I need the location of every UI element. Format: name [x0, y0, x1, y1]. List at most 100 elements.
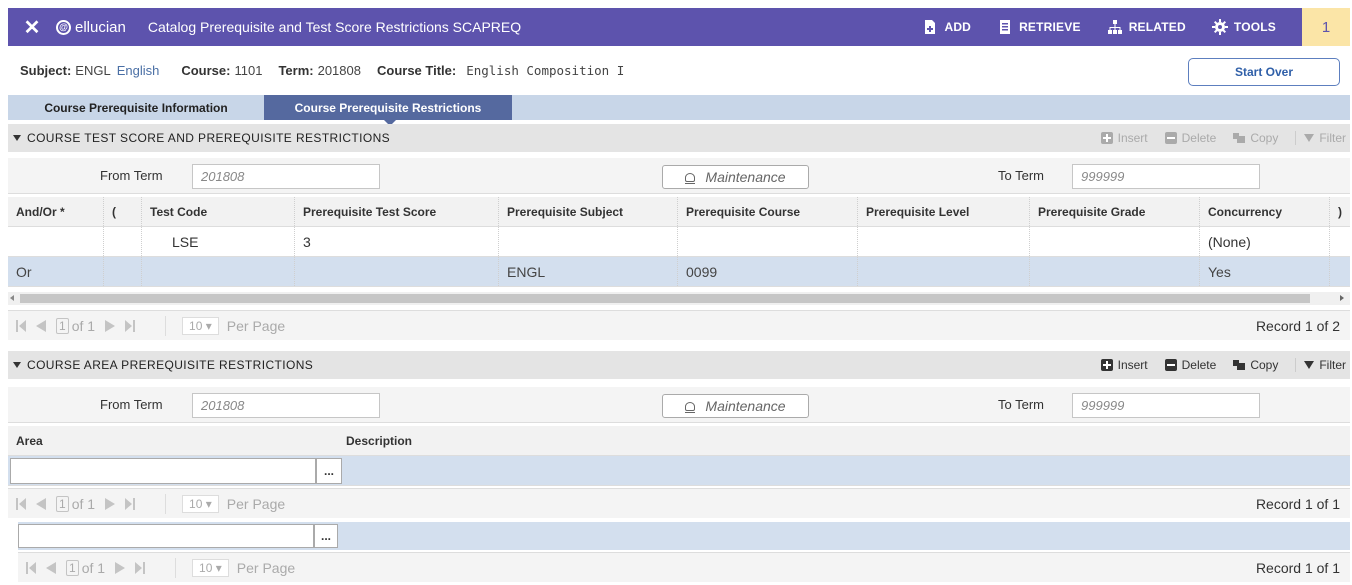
section-title: COURSE TEST SCORE AND PREREQUISITE RESTR… — [27, 131, 391, 145]
col-description[interactable]: Description — [338, 426, 1350, 455]
cell-concurrency[interactable]: (None) — [1200, 227, 1330, 256]
delete-label: Delete — [1181, 131, 1217, 145]
tab-course-prerequisite-restrictions[interactable]: Course Prerequisite Restrictions — [264, 95, 512, 126]
collapse-icon[interactable] — [13, 362, 21, 368]
cell-open-paren[interactable] — [104, 227, 142, 256]
table-row[interactable]: LSE 3 (None) — [8, 227, 1350, 257]
scroll-left-icon[interactable] — [10, 295, 14, 301]
cell-open-paren[interactable] — [104, 257, 142, 286]
next-page-icon[interactable] — [105, 319, 116, 332]
to-term-label: To Term — [998, 168, 1044, 183]
cell-and-or[interactable]: Or — [8, 257, 104, 286]
copy-button[interactable]: Copy — [1233, 131, 1278, 145]
cell-prereq-grade[interactable] — [1030, 257, 1200, 286]
area-input[interactable] — [10, 458, 316, 484]
first-page-icon[interactable] — [26, 561, 36, 574]
collapse-icon[interactable] — [13, 135, 21, 141]
last-page-icon[interactable] — [125, 319, 136, 332]
copy-button[interactable]: Copy — [1233, 358, 1278, 372]
delete-button[interactable]: Delete — [1164, 131, 1217, 145]
area-input[interactable] — [18, 524, 314, 548]
table-row[interactable]: ... — [8, 456, 1350, 486]
to-term-field[interactable]: 999999 — [1072, 393, 1260, 418]
col-concurrency[interactable]: Concurrency — [1200, 197, 1330, 226]
retrieve-icon — [1000, 20, 1011, 34]
last-page-icon[interactable] — [125, 497, 136, 510]
to-term-field[interactable]: 999999 — [1072, 164, 1260, 189]
maintenance-label: Maintenance — [705, 398, 786, 414]
subject-description: English — [116, 62, 160, 78]
filter-button[interactable]: Filter — [1295, 131, 1346, 145]
notification-badge[interactable]: 1 — [1302, 8, 1350, 46]
cell-prereq-grade[interactable] — [1030, 227, 1200, 256]
maintenance-button[interactable]: Maintenance — [662, 165, 809, 189]
next-page-icon[interactable] — [105, 497, 116, 510]
prev-page-icon[interactable] — [46, 561, 56, 574]
tab-course-prerequisite-information[interactable]: Course Prerequisite Information — [8, 95, 264, 120]
retrieve-button[interactable]: RETRIEVE — [997, 19, 1081, 35]
col-prereq-level[interactable]: Prerequisite Level — [858, 197, 1030, 226]
col-prereq-grade[interactable]: Prerequisite Grade — [1030, 197, 1200, 226]
cell-test-code[interactable] — [142, 257, 295, 286]
cell-prereq-subject[interactable] — [499, 227, 678, 256]
area-lookup-button[interactable]: ... — [314, 524, 338, 548]
cell-and-or[interactable] — [8, 227, 104, 256]
col-test-code[interactable]: Test Code — [142, 197, 295, 226]
prev-page-icon[interactable] — [36, 497, 46, 510]
page-number-input[interactable]: 1 — [56, 495, 69, 512]
cell-prereq-level[interactable] — [858, 227, 1030, 256]
start-over-button[interactable]: Start Over — [1188, 58, 1340, 86]
delete-button[interactable]: Delete — [1164, 358, 1216, 372]
scroll-thumb[interactable] — [20, 294, 1310, 303]
gear-icon — [1211, 19, 1228, 35]
first-page-icon[interactable] — [16, 319, 26, 332]
copy-label: Copy — [1250, 358, 1279, 372]
cell-close-paren[interactable] — [1330, 227, 1350, 256]
cell-test-score[interactable]: 3 — [295, 227, 499, 256]
cell-close-paren[interactable] — [1330, 257, 1350, 286]
cell-prereq-course[interactable] — [678, 227, 858, 256]
record-count: Record 1 of 1 — [1255, 495, 1340, 512]
cell-prereq-course[interactable]: 0099 — [678, 257, 858, 286]
area-lookup-button[interactable]: ... — [316, 458, 342, 484]
grid-header-row: And/Or * ( Test Code Prerequisite Test S… — [8, 197, 1350, 227]
page-number-input[interactable]: 1 — [66, 559, 79, 576]
tools-button[interactable]: TOOLS — [1211, 19, 1276, 35]
related-button[interactable]: RELATED — [1107, 19, 1186, 35]
maintenance-button[interactable]: Maintenance — [662, 394, 809, 418]
cell-prereq-level[interactable] — [858, 257, 1030, 286]
col-open-paren[interactable]: ( — [104, 197, 142, 226]
pagination-bar: 1 of 1 10 ▾ Per Page Record 1 of 1 — [8, 488, 1350, 518]
next-page-icon[interactable] — [115, 561, 126, 574]
filter-button[interactable]: Filter — [1295, 358, 1346, 372]
col-area[interactable]: Area — [8, 426, 338, 455]
per-page-select[interactable]: 10 ▾ — [182, 316, 219, 335]
table-row[interactable]: Or ENGL 0099 Yes — [8, 257, 1350, 287]
col-prereq-course[interactable]: Prerequisite Course — [678, 197, 858, 226]
from-term-field[interactable]: 201808 — [192, 164, 380, 189]
cell-prereq-subject[interactable]: ENGL — [499, 257, 678, 286]
cell-concurrency[interactable]: Yes — [1200, 257, 1330, 286]
add-button[interactable]: ADD — [922, 19, 971, 35]
cell-test-code[interactable]: LSE — [142, 227, 295, 256]
horizontal-scrollbar[interactable] — [8, 292, 1350, 305]
scroll-right-icon[interactable] — [1340, 295, 1344, 301]
col-and-or[interactable]: And/Or * — [8, 197, 104, 226]
col-prereq-subject[interactable]: Prerequisite Subject — [499, 197, 678, 226]
per-page-select[interactable]: 10 ▾ — [182, 494, 219, 513]
col-close-paren[interactable]: ) — [1330, 197, 1350, 226]
close-icon[interactable]: ✕ — [8, 15, 56, 40]
page-number-input[interactable]: 1 — [56, 317, 69, 334]
last-page-icon[interactable] — [135, 561, 146, 574]
per-page-select[interactable]: 10 ▾ — [192, 558, 229, 577]
cell-test-score[interactable] — [295, 257, 499, 286]
copy-icon — [1233, 360, 1246, 370]
col-test-score[interactable]: Prerequisite Test Score — [295, 197, 499, 226]
insert-button[interactable]: Insert — [1100, 131, 1148, 145]
prev-page-icon[interactable] — [36, 319, 46, 332]
from-term-field[interactable]: 201808 — [192, 393, 380, 418]
related-icon — [1107, 20, 1122, 34]
insert-button[interactable]: Insert — [1100, 358, 1148, 372]
first-page-icon[interactable] — [16, 497, 26, 510]
underlying-area-row[interactable]: ... — [18, 522, 1350, 550]
